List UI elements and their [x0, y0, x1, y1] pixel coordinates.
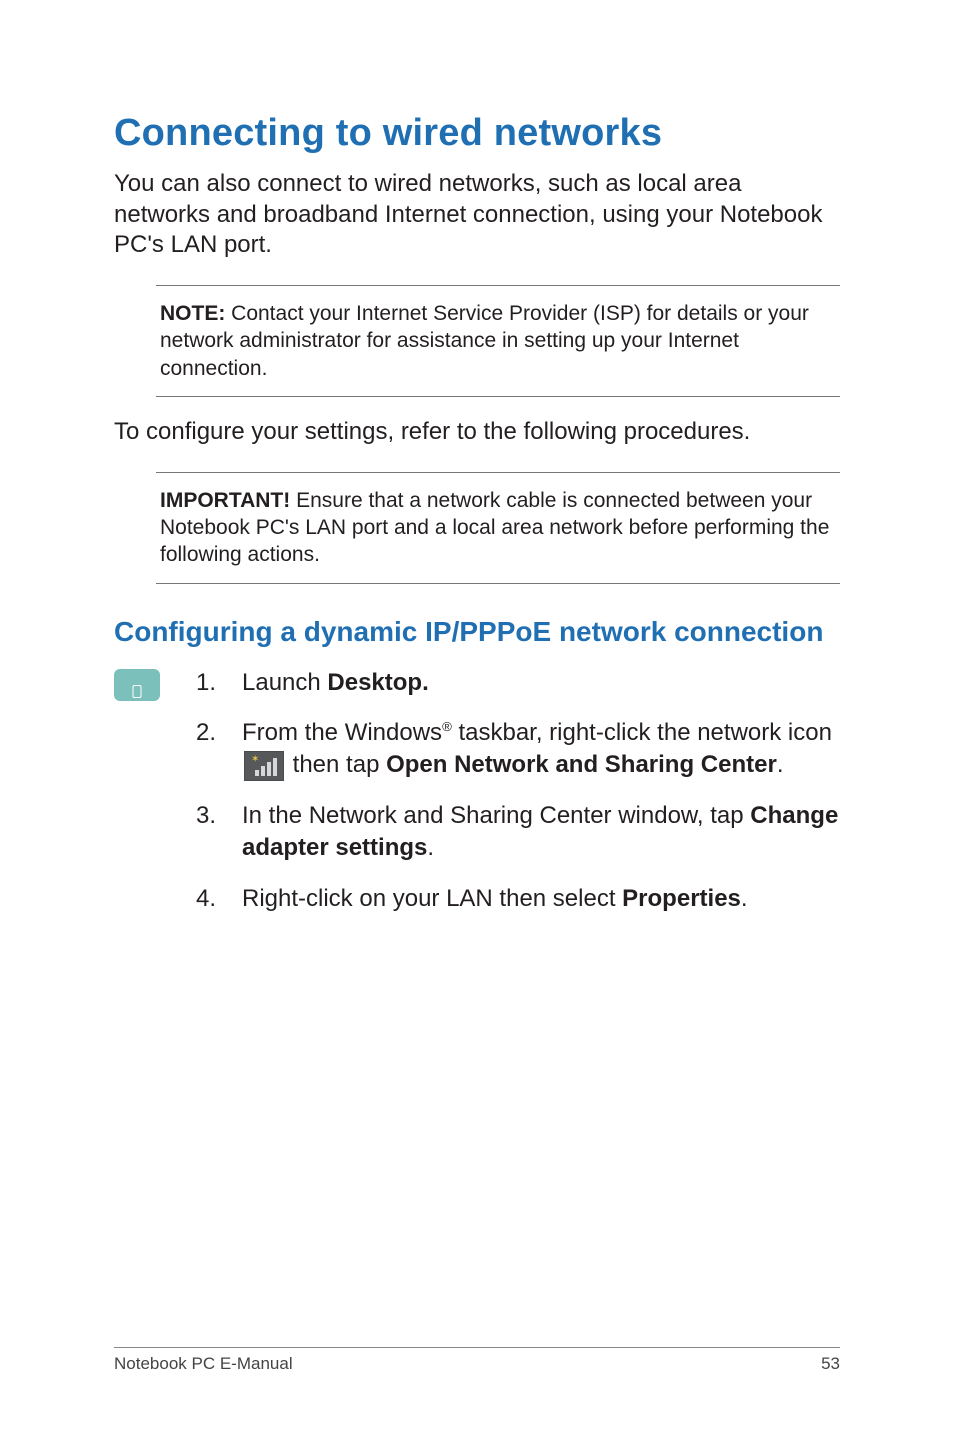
steps-list: Launch Desktop. From the Windows® taskba…	[196, 667, 840, 933]
registered-mark: ®	[442, 719, 452, 734]
important-label: IMPORTANT!	[160, 489, 290, 512]
important-callout: IMPORTANT! Ensure that a network cable i…	[156, 472, 840, 584]
step-4-pre: Right-click on your LAN then select	[242, 885, 622, 912]
step-2-mid2: then tap	[286, 751, 386, 778]
step-4-bold: Properties	[622, 885, 741, 912]
step-2-post: .	[777, 751, 784, 778]
page-footer: Notebook PC E-Manual 53	[114, 1347, 840, 1374]
footer-title: Notebook PC E-Manual	[114, 1354, 293, 1374]
step-1-pre: Launch	[242, 669, 327, 696]
mid-paragraph: To configure your settings, refer to the…	[114, 417, 840, 448]
step-1: Launch Desktop.	[196, 667, 840, 699]
network-icon: ✶	[244, 751, 284, 781]
step-4-post: .	[741, 885, 748, 912]
intro-paragraph: You can also connect to wired networks, …	[114, 169, 840, 261]
step-4: Right-click on your LAN then select Prop…	[196, 883, 840, 915]
note-label: NOTE:	[160, 302, 225, 325]
sub-heading: Configuring a dynamic IP/PPPoE network c…	[114, 614, 840, 649]
note-callout: NOTE: Contact your Internet Service Prov…	[156, 285, 840, 397]
touchpad-icon	[114, 669, 160, 701]
step-3: In the Network and Sharing Center window…	[196, 800, 840, 865]
step-2: From the Windows® taskbar, right-click t…	[196, 717, 840, 782]
step-3-pre: In the Network and Sharing Center window…	[242, 802, 750, 829]
page-heading: Connecting to wired networks	[114, 112, 840, 155]
step-2-mid1: taskbar, right-click the network icon	[452, 719, 832, 746]
step-2-bold: Open Network and Sharing Center	[386, 751, 777, 778]
step-2-pre: From the Windows	[242, 719, 442, 746]
step-3-post: .	[427, 834, 434, 861]
page-number: 53	[821, 1354, 840, 1374]
step-1-bold: Desktop.	[327, 669, 428, 696]
note-text: Contact your Internet Service Provider (…	[160, 302, 809, 380]
